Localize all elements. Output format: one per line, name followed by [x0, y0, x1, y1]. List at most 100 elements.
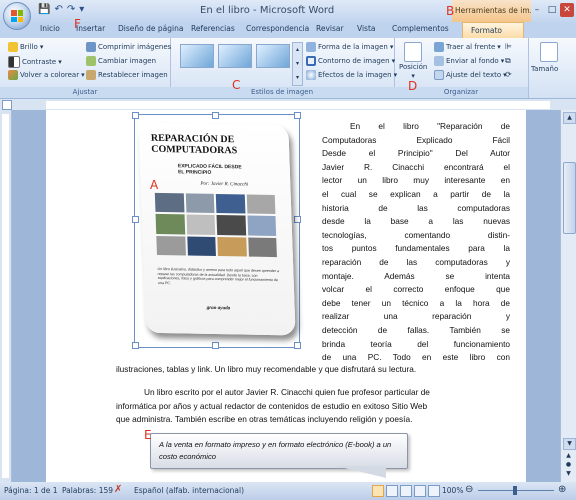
align-button[interactable]: ⊫ [505, 42, 512, 51]
callout-shape[interactable]: A la venta en formato impreso y en forma… [150, 433, 408, 469]
print-layout-view-icon[interactable] [372, 485, 384, 497]
resize-handle[interactable] [294, 216, 301, 223]
rotate-icon: ⟳ [505, 70, 512, 79]
photo-tile [155, 214, 185, 235]
resize-handle[interactable] [212, 112, 219, 119]
tamano-button[interactable] [540, 42, 558, 62]
next-page-icon[interactable]: ▼ [563, 470, 574, 478]
customize-toolbar-icon[interactable]: ▾ [79, 4, 84, 15]
vertical-ruler[interactable] [0, 110, 12, 482]
tab-vista[interactable]: Vista [357, 24, 376, 33]
contraste-button[interactable]: Contraste ▾ [8, 56, 62, 68]
para1-line: detección de fallas. También se [322, 324, 510, 335]
volver-colorear-label: Volver a colorear [20, 71, 80, 79]
comprimir-imagenes-button[interactable]: Comprimir imágenes [86, 42, 171, 52]
ajuste-label: Ajuste del texto [446, 71, 502, 79]
forma-imagen-button[interactable]: Forma de la imagen ▾ [306, 42, 393, 52]
para2-line: informática por años y actual redactor d… [116, 400, 428, 411]
outline-view-icon[interactable] [414, 485, 426, 497]
resize-handle[interactable] [132, 112, 139, 119]
para2-line: que administra. También escribe en otras… [116, 414, 413, 425]
tab-correspondencia[interactable]: Correspondencia [246, 24, 309, 33]
title-bar: En el libro - Microsoft Word Herramienta… [0, 0, 576, 22]
posicion-button[interactable]: Posición ▾ [399, 42, 427, 80]
contorno-imagen-button[interactable]: Contorno de imagen ▾ [306, 56, 395, 66]
proofing-errors-icon[interactable]: ✗ [114, 484, 122, 495]
page-count[interactable]: Página: 1 de 1 [4, 486, 58, 495]
status-bar: Página: 1 de 1 Palabras: 159 ✗ Español (… [0, 482, 576, 500]
draft-view-icon[interactable] [428, 485, 440, 497]
zoom-slider-thumb[interactable] [513, 486, 517, 495]
tab-selector[interactable] [2, 100, 12, 110]
close-button[interactable]: ✕ [560, 3, 574, 17]
tab-revisar[interactable]: Revisar [316, 24, 344, 33]
book-cover-cta: gran ayuda [206, 305, 231, 312]
zoom-out-icon[interactable]: ⊖ [465, 484, 473, 495]
undo-icon[interactable]: ↶ [54, 4, 62, 15]
word-count[interactable]: Palabras: 159 [62, 486, 113, 495]
resize-handle[interactable] [294, 112, 301, 119]
previous-page-icon[interactable]: ▲ [563, 452, 574, 460]
ajuste-texto-button[interactable]: Ajuste del texto ▾ [434, 70, 507, 80]
book-cover-photos [154, 192, 277, 258]
contorno-label: Contorno de imagen [318, 57, 390, 65]
book-cover-author: Por: Javier R. Cinacchi [200, 181, 249, 188]
position-icon [404, 42, 423, 62]
tab-formato[interactable]: Formato [462, 22, 524, 38]
picture-style-3[interactable] [256, 44, 290, 68]
cambiar-imagen-button[interactable]: Cambiar imagen [86, 56, 156, 66]
contrast-icon [8, 56, 20, 68]
web-layout-view-icon[interactable] [400, 485, 412, 497]
forma-label: Forma de la imagen [318, 43, 388, 51]
tab-complementos[interactable]: Complementos [392, 24, 449, 33]
text-wrap-icon [434, 70, 444, 80]
book-cover-title: REPARACIÓN DE COMPUTADORAS [150, 132, 238, 157]
para1-line: Javier R. Cinacchi encontrará el [322, 161, 510, 172]
book-cover-image[interactable]: REPARACIÓN DE COMPUTADORAS EXPLICADO FÁC… [138, 122, 296, 336]
contraste-label: Contraste [22, 58, 57, 66]
resize-handle[interactable] [132, 216, 139, 223]
group-objects-button[interactable]: ⧉ [505, 56, 511, 66]
photo-tile [215, 193, 245, 214]
annotation-label-a: A [150, 178, 159, 192]
tab-inicio[interactable]: Inicio [40, 24, 60, 33]
photo-tile [186, 214, 216, 235]
picture-style-1[interactable] [180, 44, 214, 68]
tamano-label: Tamaño [531, 65, 559, 73]
traer-frente-button[interactable]: Traer al frente ▾ [434, 42, 501, 52]
maximize-button[interactable]: □ [545, 3, 559, 17]
save-icon[interactable]: 💾 [38, 4, 50, 15]
enviar-fondo-button[interactable]: Enviar al fondo ▾ [434, 56, 504, 66]
para1-line: volcar el correcto enfoque que [322, 284, 510, 295]
tab-diseno-pagina[interactable]: Diseño de página [118, 24, 183, 33]
full-screen-reading-view-icon[interactable] [386, 485, 398, 497]
zoom-in-icon[interactable]: ⊕ [558, 484, 566, 495]
language-indicator[interactable]: Español (alfab. internacional) [134, 486, 244, 495]
vertical-scrollbar[interactable]: ▲ ▼ ▲ ● ▼ [560, 110, 576, 482]
zoom-level[interactable]: 100% [442, 486, 463, 495]
outline-icon [306, 56, 316, 66]
scroll-up-icon[interactable]: ▲ [563, 112, 576, 124]
scroll-thumb[interactable] [563, 162, 576, 234]
document-page[interactable]: REPARACIÓN DE COMPUTADORAS EXPLICADO FÁC… [46, 110, 526, 482]
resize-handle[interactable] [132, 342, 139, 349]
shape-icon [306, 42, 316, 52]
browse-object-icon[interactable]: ● [563, 461, 574, 469]
group-tamano: Tamaño [528, 38, 576, 98]
resize-handle[interactable] [212, 342, 219, 349]
photo-tile [247, 215, 277, 236]
photo-tile [154, 192, 184, 213]
tab-referencias[interactable]: Referencias [191, 24, 235, 33]
restablecer-imagen-button[interactable]: Restablecer imagen [86, 70, 168, 80]
office-button[interactable] [3, 2, 31, 30]
redo-icon[interactable]: ↷ [67, 4, 75, 15]
picture-style-2[interactable] [218, 44, 252, 68]
rotate-button[interactable]: ⟳ [505, 70, 512, 79]
efectos-imagen-button[interactable]: Efectos de la imagen ▾ [306, 70, 397, 80]
brillo-button[interactable]: Brillo ▾ [8, 42, 43, 52]
styles-gallery-scroll[interactable]: ▴ ▾ ▾ [292, 42, 303, 86]
scroll-down-icon[interactable]: ▼ [563, 438, 576, 450]
minimize-button[interactable]: – [530, 3, 544, 17]
resize-handle[interactable] [294, 342, 301, 349]
volver-colorear-button[interactable]: Volver a colorear ▾ [8, 70, 85, 80]
